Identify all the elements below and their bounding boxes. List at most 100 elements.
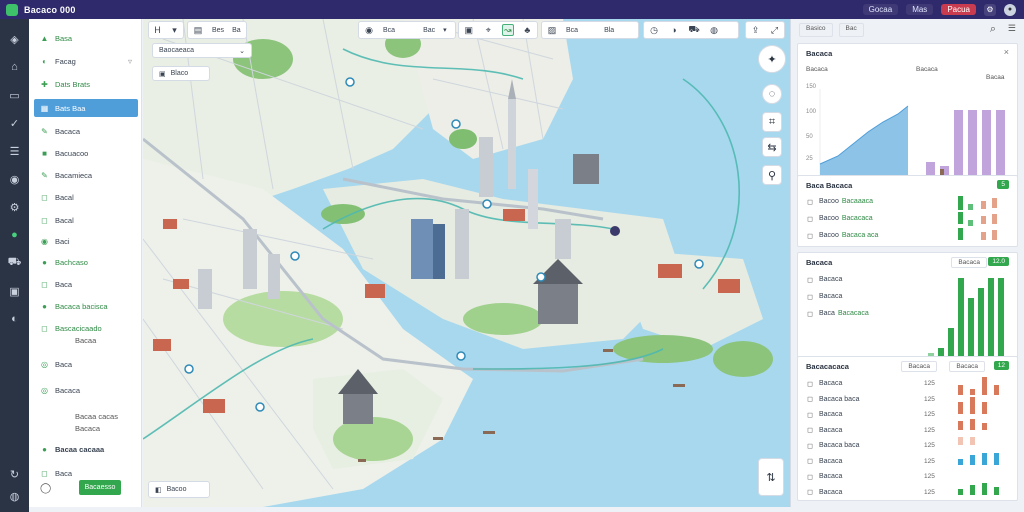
bus-icon[interactable]: ▣ bbox=[7, 283, 23, 299]
pin-icon[interactable]: ⚲ bbox=[762, 165, 782, 185]
grid-icon[interactable]: ⌗ bbox=[762, 112, 782, 132]
search-icon[interactable]: ⌕ bbox=[990, 23, 996, 36]
filter-label-b[interactable]: Bac bbox=[423, 27, 435, 34]
metrics-card: Bacaca Bacaca 12.0 ◻ Bacaca ◻ Bacaca ◻ Baca Ba… bbox=[797, 252, 1018, 367]
secondary-label-b[interactable]: Bla bbox=[604, 27, 614, 34]
tag-icon[interactable]: ◐ bbox=[7, 311, 23, 327]
chart-icon[interactable]: ● bbox=[7, 227, 23, 243]
menu-icon[interactable]: ☰ bbox=[1008, 23, 1016, 34]
home-icon[interactable]: ⌂ bbox=[7, 59, 23, 75]
secondary-label-a[interactable]: Bca bbox=[566, 27, 578, 34]
sidebar-action-button[interactable]: Bacaesso bbox=[79, 480, 121, 495]
map-mode-toolbar: H ▾ bbox=[148, 21, 184, 39]
sidebar-item-label: Bacal bbox=[55, 192, 74, 202]
car-icon[interactable]: ⛟ bbox=[7, 255, 23, 271]
measure-icon[interactable]: ⌖ bbox=[482, 24, 493, 36]
map-view-sub-label[interactable]: Ba bbox=[232, 27, 241, 34]
app-title: Bacaco 000 bbox=[24, 4, 76, 15]
sidebar-item[interactable]: ◎ Bacaca bbox=[34, 381, 138, 399]
clock-icon[interactable]: ◷ bbox=[648, 24, 660, 36]
sidebar-item[interactable]: ◎ Baca bbox=[34, 355, 138, 373]
sidebar-item[interactable]: Bacaa bbox=[34, 331, 138, 349]
sidebar-item-label: Bachcaso bbox=[55, 257, 88, 267]
settings-icon[interactable]: ⚙ bbox=[7, 199, 23, 215]
folder-icon[interactable]: ▭ bbox=[7, 87, 23, 103]
sidebar-item[interactable]: ▦ Bats Baa bbox=[34, 99, 138, 117]
sidebar-item[interactable]: ● Bachcaso bbox=[34, 253, 138, 271]
sidebar-item-icon: ▲ bbox=[40, 33, 49, 43]
sidebar-item-icon: ◉ bbox=[41, 236, 48, 246]
sidebar-item-label: Bacaa cacaaa bbox=[55, 444, 105, 454]
map-tools-toolbar: ▣ ⌖ ↝ ♣ bbox=[458, 21, 538, 39]
share-icon[interactable]: ⇪ bbox=[750, 24, 761, 36]
sidebar-item-icon: ● bbox=[42, 257, 47, 267]
compass-icon[interactable]: ✦ bbox=[758, 45, 786, 73]
app-logo bbox=[6, 3, 18, 16]
sidebar-item-label: Bacuacoo bbox=[55, 148, 89, 158]
pin-icon[interactable]: ◉ bbox=[363, 24, 375, 36]
sidebar-item-label: Baci bbox=[55, 236, 70, 246]
zoom-icon[interactable]: ⇅ bbox=[758, 458, 784, 496]
chat-icon[interactable]: ◯ bbox=[40, 483, 51, 494]
sidebar-item-icon: ● bbox=[42, 444, 47, 454]
sidebar-item[interactable]: ◉ Baci bbox=[34, 232, 138, 250]
chevron-down-icon[interactable]: ▿ bbox=[128, 57, 132, 66]
map-canvas[interactable]: H ▾ ▤ Bes Ba Baocaeaca ⌄ ▣ Blaco ◉ Bca B… bbox=[143, 19, 790, 507]
sidebar-item[interactable]: ◻ Baca bbox=[34, 275, 138, 293]
sidebar-item-icon: ✎ bbox=[41, 126, 48, 136]
map-search[interactable]: Baocaeaca ⌄ bbox=[152, 43, 252, 58]
titlebar-button-2[interactable]: Mas bbox=[906, 4, 934, 15]
sidebar-item[interactable]: Bacaca bbox=[34, 419, 138, 437]
chevron-down-icon[interactable]: ⌄ bbox=[239, 47, 245, 55]
expand-icon[interactable]: ⤢ bbox=[769, 24, 780, 36]
area-bar-chart bbox=[819, 89, 1008, 177]
sidebar-item-label: Bats Baa bbox=[55, 103, 86, 113]
sidebar-item[interactable]: ◻ Bacal bbox=[34, 211, 138, 229]
avatar[interactable]: ● bbox=[1004, 3, 1016, 16]
sidebar-item[interactable]: ● Bacaca bacisca bbox=[34, 297, 138, 315]
check-icon[interactable]: ✓ bbox=[7, 115, 23, 131]
titlebar-button-3[interactable]: Pacua bbox=[941, 4, 976, 15]
phone-icon[interactable]: ◑ bbox=[668, 24, 680, 36]
view-icon[interactable]: ▤ bbox=[192, 24, 204, 36]
sidebar-item[interactable]: ■ Bacuacoo bbox=[34, 144, 138, 162]
sidebar-item[interactable]: ▲ Basa bbox=[34, 29, 138, 47]
map-pin-icon[interactable]: ◉ bbox=[7, 171, 23, 187]
chevron-down-icon[interactable]: ▾ bbox=[170, 24, 179, 36]
map-view-label[interactable]: Bes bbox=[212, 27, 224, 34]
hand-tool-icon[interactable]: H bbox=[153, 24, 162, 36]
panel-tab-1[interactable]: Basico bbox=[799, 23, 833, 37]
user-icon[interactable]: ◍ bbox=[7, 488, 23, 504]
sidebar-item-icon: ◻ bbox=[41, 215, 48, 225]
list-icon[interactable]: ☰ bbox=[7, 143, 23, 159]
sidebar-item[interactable]: ◻ Bacal bbox=[34, 188, 138, 206]
sidebar-item[interactable]: ✎ Bacaca bbox=[34, 122, 138, 140]
map-search-input[interactable]: Baocaeaca bbox=[159, 47, 194, 54]
map-chip[interactable]: ▣ Blaco bbox=[152, 66, 210, 81]
bus-stop-icon[interactable]: ▨ bbox=[546, 24, 558, 36]
route-icon[interactable]: ⇆ bbox=[762, 137, 782, 157]
route-icon[interactable]: ↝ bbox=[501, 24, 514, 36]
sidebar-item[interactable]: ◐ Facag ▿ bbox=[34, 52, 138, 70]
sidebar-item[interactable]: ✚ Dats Brats bbox=[34, 75, 138, 93]
map-filter-toolbar: ◉ Bca Bac ▾ bbox=[358, 21, 456, 39]
sidebar-item[interactable]: ✎ Bacamieca bbox=[34, 166, 138, 184]
avatar-icon[interactable]: ◍ bbox=[708, 24, 720, 36]
car-icon[interactable]: ⛟ bbox=[688, 24, 700, 36]
map-bottom-chip[interactable]: ◧ Bacoo bbox=[148, 481, 210, 498]
locate-icon[interactable]: ◌ bbox=[762, 84, 782, 104]
layers-icon[interactable]: ◈ bbox=[7, 31, 23, 47]
layers-icon: ◧ bbox=[155, 486, 162, 494]
panel-tab-2[interactable]: Bac bbox=[838, 23, 864, 37]
filter-label-a[interactable]: Bca bbox=[383, 27, 395, 34]
gear-icon[interactable]: ⚙ bbox=[984, 3, 996, 16]
map-misc-toolbar: ◷ ◑ ⛟ ◍ bbox=[643, 21, 739, 39]
refresh-icon[interactable]: ↻ bbox=[7, 466, 23, 482]
breakdown-card: Bacacacaca Bacaca Bacaca 12 ◻ Bacaca 125 ◻ B… bbox=[797, 356, 1018, 501]
tree-icon[interactable]: ♣ bbox=[522, 24, 533, 36]
chevron-down-icon[interactable]: ▾ bbox=[443, 26, 447, 34]
titlebar-button-1[interactable]: Gocaa bbox=[862, 4, 899, 15]
sidebar-item[interactable]: ● Bacaa cacaaa bbox=[34, 440, 138, 458]
bus-icon[interactable]: ▣ bbox=[463, 24, 474, 36]
layer-icon: ▣ bbox=[159, 70, 166, 78]
